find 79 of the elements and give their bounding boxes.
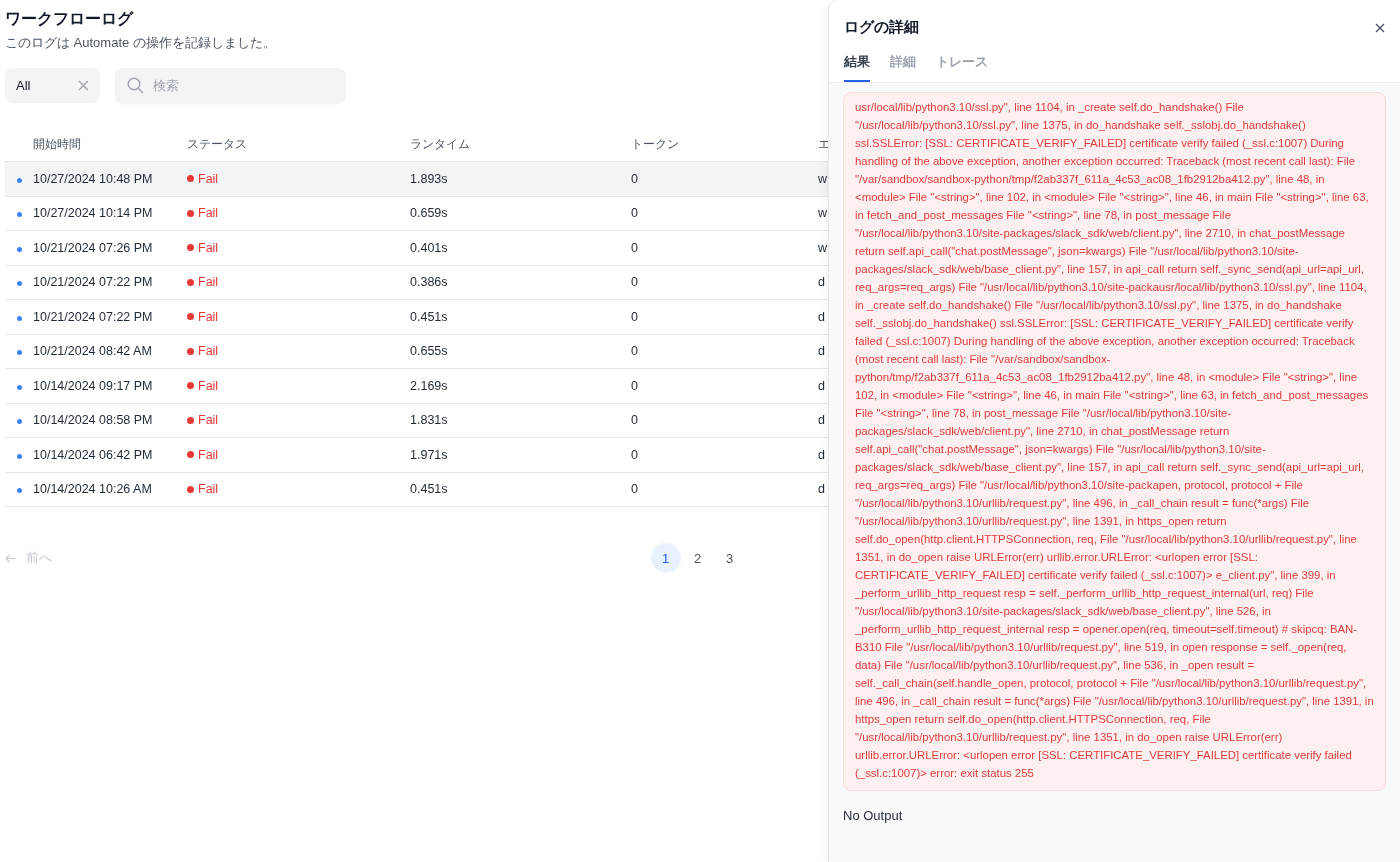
page-subtitle: このログは Automate の操作を記録しました。 [5,34,276,52]
status-label: Fail [198,378,219,393]
table-cell-text: 0 [631,447,639,462]
table-cell-text: 0.401s [410,240,449,255]
table-cell-text: 0 [631,240,639,255]
table-cell-text: d [818,378,826,393]
column-header: トークン [631,136,680,153]
indicator-dot [16,384,22,390]
indicator-dot [16,246,22,252]
table-cell-text: 0.451s [410,482,449,497]
close-icon[interactable] [1374,21,1386,34]
table-cell-text: 0 [631,171,639,186]
error-message: usr/local/lib/python3.10/ssl.py", line 1104, in _create self.do_handshake() File "/usr/local/lib/python3.10/ssl.py", line 1375, in do_handshake self._sslobj.do_handshake() ssl.SSLError: [SSL: CERTIFICATE_VERIFY_FAILED] certificate verify failed (_ssl.c:1007) During handling of the above exception, another exception occurred: Traceback (most recent call last): File "/var/sandbox/sandbox-python/tmp/f2ab337f_611a_4c53_ac08_1fb2912ba412.py", line 48, in <module> File "<string>", line 102, in <module> File "<string>", line 46, in main File "<string>", line 63, in fetch_and_post_messages File "<string>", line 78, in post_message File "/usr/local/lib/python3.10/site-packages/slack_sdk/web/client.py", line 2710, in chat_postMessage return self.api_call("chat.postMessage", json=kwargs) File "/usr/local/lib/python3.10/site-packages/slack_sdk/web/base_client.py", line 157, in api_call return self._sync_send(api_url=api_url, req_args=req_args) File "/usr/local/lib/python3.10/site-packausr/local/lib/python3.10/ssl.py", line 1104, in _create self.do_handshake() File "/usr/local/lib/python3.10/ssl.py", line 1375, in do_handshake self._sslobj.do_handshake() ssl.SSLError: [SSL: CERTIFICATE_VERIFY_FAILED] certificate verify failed (_ssl.c:1007) During handling of the above exception, another exception occurred: Traceback (most recent call last): File "/var/sandbox/sandbox-python/tmp/f2ab337f_611a_4c53_ac08_1fb2912ba412.py", line 48, in <module> File "<string>", line 102, in <module> File "<string>", line 46, in main File "<string>", line 63, in fetch_and_post_messages File "<string>", line 78, in post_message File "/usr/local/lib/python3.10/site-packages/slack_sdk/web/client.py", line 2710, in chat_postMessage return self.api_call("chat.postMessage", json=kwargs) File "/usr/local/lib/python3.10/site-packages/slack_sdk/web/base_client.py", line 157, in api_call return self._sync_send(api_url=api_url, req_args=req_args) File "/usr/local/lib/python3.10/site-packapen, protocol, protocol + File "/usr/local/lib/python3.10/urllib/request.py", line 496, in _call_chain result = func(*args) File "/usr/local/lib/python3.10/urllib/request.py", line 1391, in https_open return self.do_open(http.client.HTTPSConnection, req, File "/usr/local/lib/python3.10/urllib/request.py", line 1351, in do_open raise URLError(err) urllib.error.URLError: <urlopen error [SSL: CERTIFICATE_VERIFY_FAILED] certificate verify failed (_ssl.c:1007)> e_client.py", line 399, in _perform_urllib_http_request resp = self._perform_urllib_http_request_internal(url, req) File "/usr/local/lib/python3.10/site-packages/slack_sdk/web/base_client.py", line 526, in _perform_urllib_http_request_internal resp = opener.open(req, timeout=self.timeout) # skipcq: BAN-B310 File "/usr/local/lib/python3.10/urllib/request.py", line 519, in open response = self._open(req, data) File "/usr/local/lib/python3.10/urllib/request.py", line 536, in _open result = self._call_chain(self.handle_open, protocol, protocol + File "/usr/local/lib/python3.10/urllib/request.py", line 496, in _call_chain result = func(*args) File "/usr/local/lib/python3.10/urllib/request.py", line 1391, in https_open return self.do_open(http.client.HTTPSConnection, req, File "/usr/local/lib/python3.10/urllib/request.py", line 1351, in do_open raise URLError(err) urllib.error.URLError: <urlopen error [SSL: CERTIFICATE_VERIFY_FAILED] certificate verify failed (_ssl.c:1007)> error: exit status 255 [843,92,1386,791]
table-cell-text: 10/27/2024 10:48 PM [33,171,154,186]
table-cell-text: 0.655s [410,344,449,359]
status-label: Fail [198,240,219,255]
column-header: ランタイム [410,136,471,153]
table-cell-text: 10/14/2024 08:58 PM [33,413,154,428]
indicator-dot [16,212,22,218]
table-cell-text: 0.386s [410,275,449,290]
table-cell-text: 0.659s [410,206,449,221]
panel-title: ログの詳細 [844,18,919,37]
status-label: Fail [198,275,219,290]
column-header: 開始時間 [33,136,82,153]
status-label: Fail [198,447,219,462]
table-cell-text: 0 [631,413,639,428]
column-header: エ [818,136,828,153]
page-title: ワークフローログ [5,9,133,29]
table-cell-text: 10/27/2024 10:14 PM [33,206,154,221]
table-cell-text: 10/14/2024 09:17 PM [33,378,154,393]
table-cell-text: 1.971s [410,447,449,462]
table-cell: w [818,171,828,186]
table-cell-text: d [818,275,826,290]
table-cell-text: 0 [631,482,639,497]
output-text: No Output [843,808,903,823]
table-cell-text: d [818,309,826,324]
indicator-dot [16,315,22,321]
table-cell-text: 0 [631,275,639,290]
status-label: Fail [198,206,219,221]
table-cell: w [818,240,828,255]
status-label: Fail [198,482,219,497]
status-label: Fail [198,413,219,428]
status-label: Fail [198,309,219,324]
table-cell-text: 0 [631,378,639,393]
table-cell-text: 10/14/2024 10:26 AM [33,482,153,497]
page-button[interactable]: 1 [650,543,681,573]
table-cell-text: d [818,447,826,462]
indicator-dot [16,281,22,287]
table-cell-text: 2.169s [410,378,449,393]
table-cell-text: 1.893s [410,171,449,186]
table-cell-text: 0 [631,344,639,359]
indicator-dot [16,488,22,494]
filter-select[interactable]: All [5,68,100,103]
search-icon [127,77,144,94]
indicator-dot [16,350,22,356]
page-button[interactable]: 3 [714,543,745,573]
table-cell-text: 10/21/2024 07:26 PM [33,240,154,255]
status-label: Fail [198,344,219,359]
table-cell-text: 1.831s [410,413,449,428]
table-cell-text: 10/21/2024 07:22 PM [33,275,154,290]
table-cell-text: d [818,482,826,497]
table-cell: w [818,206,828,221]
table-cell-text: d [818,344,826,359]
table-cell-text: 10/21/2024 07:22 PM [33,309,154,324]
table-cell-text: 10/14/2024 06:42 PM [33,447,154,462]
indicator-dot [16,419,22,425]
table-cell-text: 10/21/2024 08:42 AM [33,344,153,359]
table-cell-text: 0.451s [410,309,449,324]
status-label: Fail [198,171,219,186]
table-cell-text: d [818,413,826,428]
page-button[interactable]: 2 [682,543,713,573]
indicator-dot [16,177,22,183]
table-cell-text: 0 [631,206,639,221]
table-row[interactable]: 10/27/2024 10:48 PM Fail 1.893s 0 w [5,162,828,197]
search-field[interactable]: 検索 [115,68,346,103]
indicator-dot [16,453,22,459]
table-cell-text: 0 [631,309,639,324]
arrow-left-icon [5,553,16,563]
column-header: ステータス [187,136,248,153]
